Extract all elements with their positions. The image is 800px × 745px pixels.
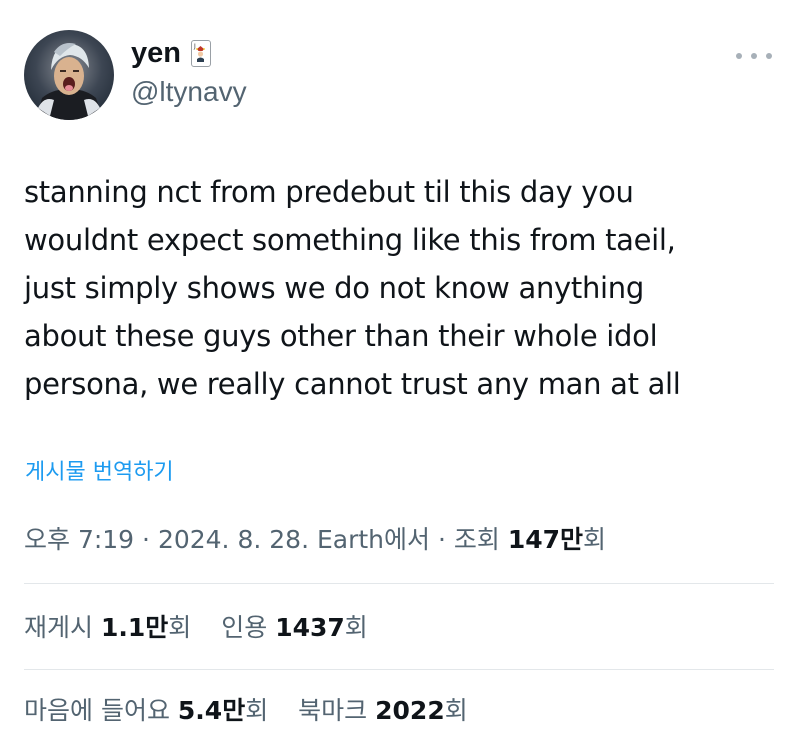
tweet-time[interactable]: 오후 7:19 xyxy=(24,525,134,554)
views-label: 조회 xyxy=(453,525,500,554)
display-name-row: yen J xyxy=(131,36,247,70)
likes-value: 5.4만 xyxy=(177,696,246,725)
translate-link[interactable]: 게시물 번역하기 xyxy=(25,458,174,488)
author-names: yen J @ltynavy xyxy=(131,36,247,110)
quotes-value: 1437 xyxy=(275,613,345,642)
handle[interactable]: @ltynavy xyxy=(131,74,247,110)
stats-row-reposts: 재게시 1.1만회 인용 1437회 xyxy=(24,611,390,645)
tweet-header: yen J @ltynavy xyxy=(24,30,776,122)
views-value: 147만 xyxy=(507,525,584,554)
tweet-text: stanning nct from predebut til this day … xyxy=(24,175,681,401)
joker-card-icon: J xyxy=(190,39,211,67)
likes-suffix: 회 xyxy=(245,696,269,725)
avatar[interactable] xyxy=(24,30,114,120)
tweet-date[interactable]: 2024. 8. 28. xyxy=(158,525,309,554)
likes-stat[interactable]: 마음에 들어요 5.4만회 xyxy=(24,694,268,728)
avatar-image xyxy=(36,43,104,120)
divider xyxy=(24,583,774,584)
more-dot xyxy=(766,53,772,59)
bookmarks-stat[interactable]: 북마크 2022회 xyxy=(298,694,468,728)
reposts-value: 1.1만 xyxy=(100,613,169,642)
reposts-stat[interactable]: 재게시 1.1만회 xyxy=(24,611,191,645)
reposts-suffix: 회 xyxy=(168,613,192,642)
svg-text:J: J xyxy=(193,43,196,50)
tweet-location: Earth에서 xyxy=(316,525,431,554)
quotes-stat[interactable]: 인용 1437회 xyxy=(221,611,368,645)
meta-separator: · xyxy=(134,525,158,554)
likes-label: 마음에 들어요 xyxy=(24,696,170,725)
quotes-suffix: 회 xyxy=(344,613,368,642)
views-suffix: 회 xyxy=(583,525,607,554)
reposts-label: 재게시 xyxy=(24,613,94,642)
more-dot xyxy=(751,53,757,59)
bookmarks-value: 2022 xyxy=(375,696,445,725)
meta-separator: · xyxy=(430,525,454,554)
bookmarks-suffix: 회 xyxy=(444,696,468,725)
tweet-meta: 오후 7:19 · 2024. 8. 28. Earth에서 · 조회 147만… xyxy=(24,523,606,557)
display-name[interactable]: yen xyxy=(131,36,181,70)
stats-row-likes: 마음에 들어요 5.4만회 북마크 2022회 xyxy=(24,694,490,728)
divider xyxy=(24,669,774,670)
quotes-label: 인용 xyxy=(221,613,268,642)
more-dot xyxy=(736,53,742,59)
more-icon[interactable] xyxy=(736,44,772,68)
bookmarks-label: 북마크 xyxy=(298,696,368,725)
